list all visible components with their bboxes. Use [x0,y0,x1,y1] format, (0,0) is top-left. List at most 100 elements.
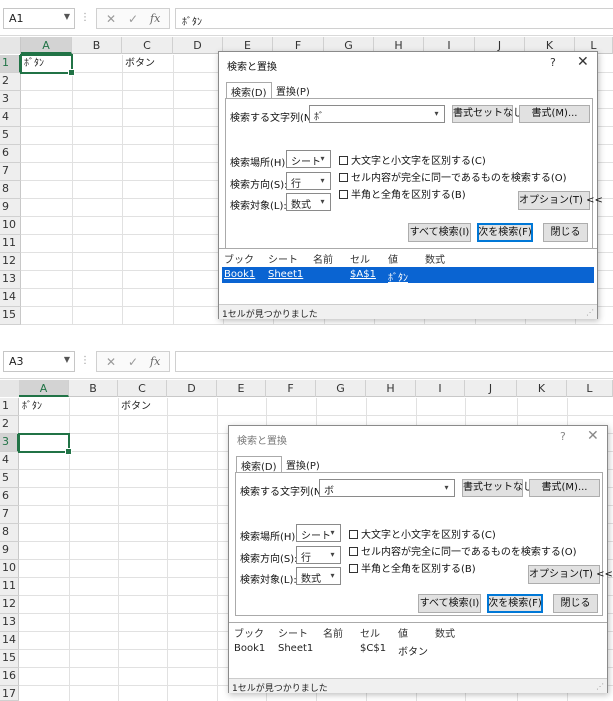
find-all-button[interactable]: すべて検索(I) [408,223,471,242]
row-header[interactable]: 8 [0,524,19,542]
cancel-icon[interactable]: ✕ [106,12,116,26]
find-what-input[interactable]: ﾎﾞ ▾ [309,105,445,123]
result-row[interactable]: Book1 Sheet1 $A$1 ﾎﾞﾀﾝ [222,267,594,284]
drag-handle-icon[interactable]: ⋮ [80,12,91,23]
results-header-formula[interactable]: 数式 [435,625,455,640]
results-header-formula[interactable]: 数式 [425,251,445,266]
search-direction-select[interactable]: 行 ▾ [286,172,331,190]
column-header-k[interactable]: K [517,380,567,397]
column-header-c[interactable]: C [122,37,173,54]
row-header[interactable]: 15 [0,650,19,668]
column-header-e[interactable]: E [217,380,266,397]
search-direction-select[interactable]: 行 ▾ [296,546,341,564]
check-icon[interactable]: ✓ [128,355,138,369]
cell-a1[interactable]: ﾎﾞﾀﾝ [19,399,42,415]
match-byte-checkbox[interactable]: 半角と全角を区別する(B) [349,560,476,575]
look-in-select[interactable]: 数式 ▾ [286,193,331,211]
resize-grip-icon[interactable]: ⋰ [596,682,604,691]
row-header[interactable]: 10 [0,560,19,578]
cell-c1[interactable]: ボタン [122,56,155,72]
column-header-h[interactable]: H [366,380,416,397]
row-header[interactable]: 12 [0,596,19,614]
column-header-g[interactable]: G [316,380,366,397]
chevron-down-icon[interactable]: ▾ [441,481,452,495]
row-header[interactable]: 5 [0,127,21,145]
help-icon[interactable]: ? [550,56,556,69]
formula-input[interactable]: ﾎﾞﾀﾝ [175,8,613,29]
chevron-down-icon[interactable]: ▾ [317,195,328,209]
row-header[interactable]: 14 [0,289,21,307]
tab-find[interactable]: 検索(D) [226,82,272,99]
tab-replace[interactable]: 置換(P) [272,82,314,98]
results-header-book[interactable]: ブック [234,625,264,640]
column-header-a[interactable]: A [19,380,69,397]
row-header[interactable]: 1 [0,55,21,73]
column-header-b[interactable]: B [72,37,122,54]
row-header[interactable]: 17 [0,686,19,701]
find-next-button[interactable]: 次を検索(F) [477,223,533,242]
row-header[interactable]: 2 [0,416,19,434]
row-header[interactable]: 9 [0,199,21,217]
result-value[interactable]: ﾎﾞﾀﾝ [388,269,408,284]
checkbox-icon[interactable] [339,190,348,199]
row-header[interactable]: 3 [0,434,19,452]
row-header[interactable]: 16 [0,668,19,686]
name-box[interactable]: A1 ▼ [3,8,75,29]
chevron-down-icon[interactable]: ▼ [64,355,70,364]
match-entire-checkbox[interactable]: セル内容が完全に同一であるものを検索する(O) [339,169,567,184]
find-next-button[interactable]: 次を検索(F) [487,594,543,613]
within-select[interactable]: シート ▾ [296,524,341,542]
results-header-value[interactable]: 値 [388,251,398,266]
result-book[interactable]: Book1 [224,269,255,280]
row-header[interactable]: 13 [0,614,19,632]
results-header-name[interactable]: 名前 [323,625,343,640]
result-row[interactable]: Book1 Sheet1 $C$1 ボタン [232,641,604,658]
row-header[interactable]: 7 [0,163,21,181]
row-header[interactable]: 8 [0,181,21,199]
checkbox-icon[interactable] [349,530,358,539]
row-header[interactable]: 1 [0,398,19,416]
row-header[interactable]: 15 [0,307,21,325]
checkbox-icon[interactable] [339,156,348,165]
results-header-sheet[interactable]: シート [278,625,308,640]
row-header[interactable]: 6 [0,488,19,506]
column-header-j[interactable]: J [465,380,517,397]
column-header-d[interactable]: D [173,37,223,54]
chevron-down-icon[interactable]: ▾ [431,107,442,121]
name-box[interactable]: A3 ▼ [3,351,75,372]
chevron-down-icon[interactable]: ▾ [327,526,338,540]
row-header[interactable]: 6 [0,145,21,163]
result-cell[interactable]: $A$1 [350,269,376,280]
options-button[interactable]: オプション(T) << [528,565,613,584]
result-value[interactable]: ボタン [398,643,428,658]
drag-handle-icon[interactable]: ⋮ [80,355,91,366]
chevron-down-icon[interactable]: ▾ [327,569,338,583]
function-icon[interactable]: fx [150,355,160,368]
row-header[interactable]: 13 [0,271,21,289]
formula-input[interactable] [175,351,613,372]
results-header-book[interactable]: ブック [224,251,254,266]
column-header-f[interactable]: F [266,380,316,397]
results-header-value[interactable]: 値 [398,625,408,640]
row-header[interactable]: 9 [0,542,19,560]
function-icon[interactable]: fx [150,12,160,25]
checkbox-icon[interactable] [339,173,348,182]
match-case-checkbox[interactable]: 大文字と小文字を区別する(C) [339,152,486,167]
results-header-name[interactable]: 名前 [313,251,333,266]
chevron-down-icon[interactable]: ▾ [317,152,328,166]
column-header-b[interactable]: B [69,380,118,397]
tab-replace[interactable]: 置換(P) [282,456,324,472]
active-cell[interactable] [18,433,72,455]
resize-grip-icon[interactable]: ⋰ [586,308,594,317]
checkbox-icon[interactable] [349,564,358,573]
active-cell[interactable] [20,54,75,76]
cell-c1[interactable]: ボタン [118,399,151,415]
close-button[interactable]: 閉じる [543,223,588,242]
checkbox-icon[interactable] [349,547,358,556]
row-header[interactable]: 11 [0,235,21,253]
row-header[interactable]: 2 [0,73,21,91]
chevron-down-icon[interactable]: ▾ [317,174,328,188]
chevron-down-icon[interactable]: ▾ [327,548,338,562]
results-list[interactable]: ブック シート 名前 セル 値 数式 Book1 Sheet1 $C$1 ボタン [229,622,607,678]
options-button[interactable]: オプション(T) << [518,191,603,210]
